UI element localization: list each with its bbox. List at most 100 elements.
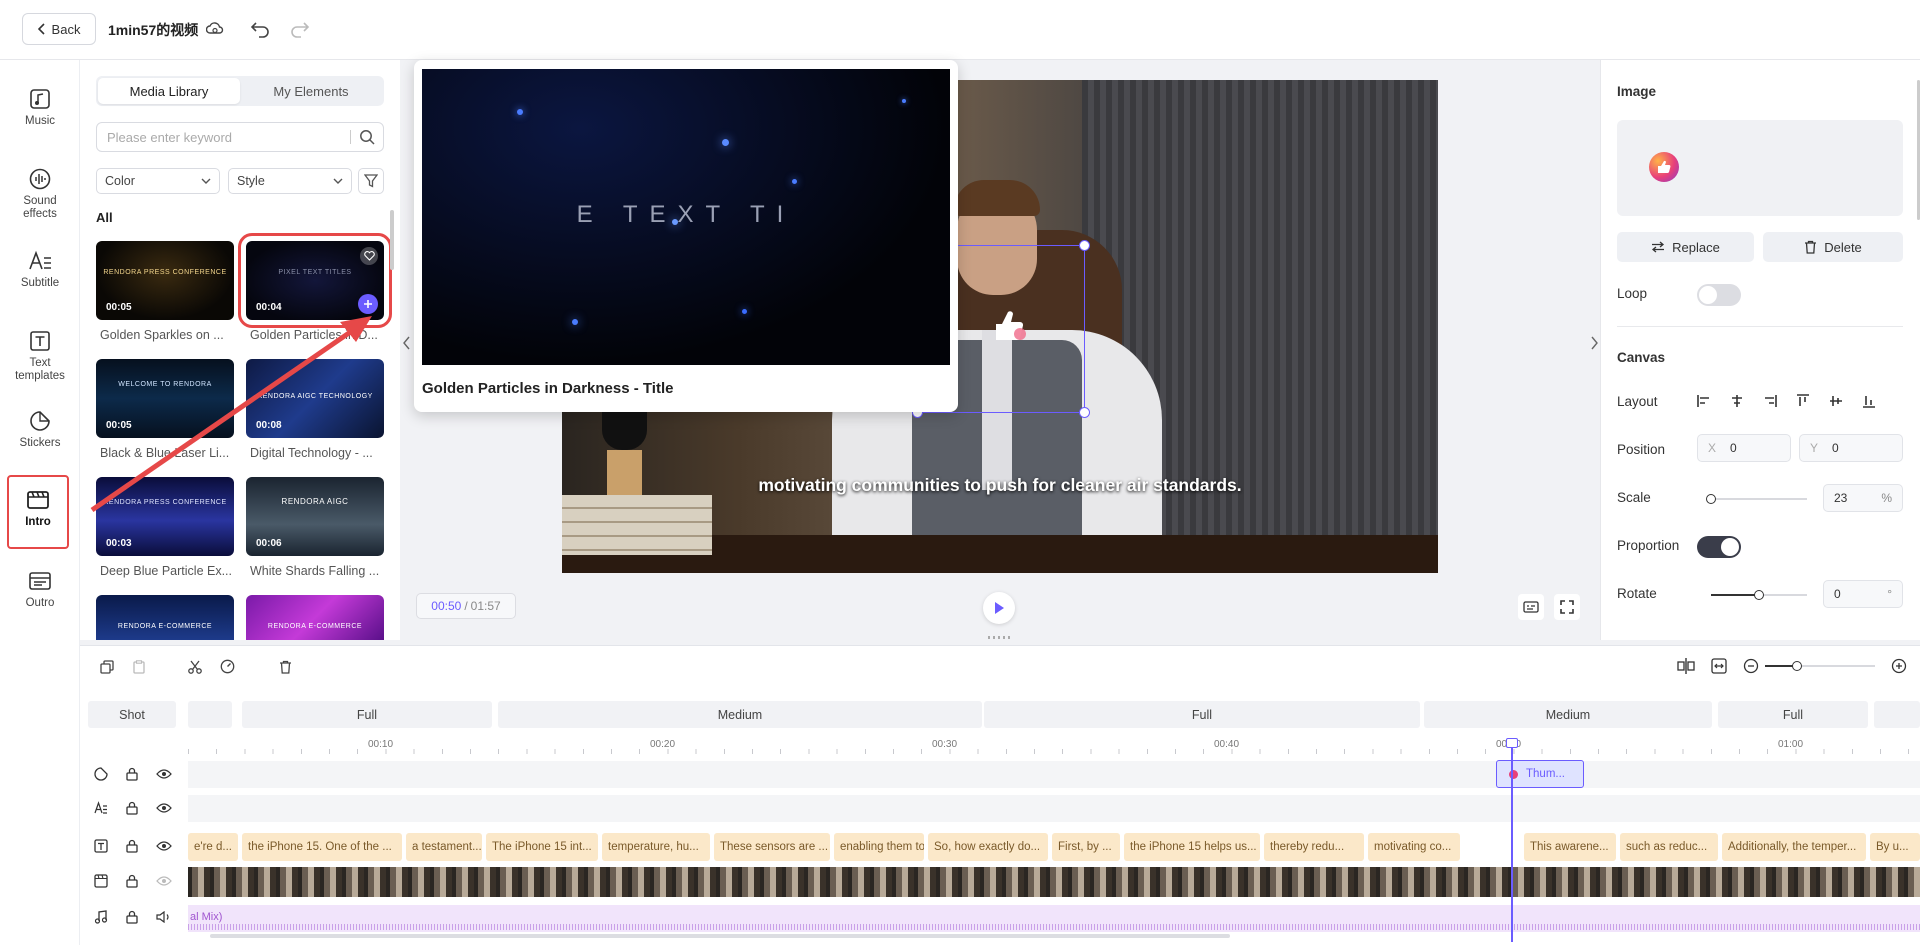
shot-segment[interactable]	[188, 701, 232, 728]
video-subtitle[interactable]: motivating communities to push for clean…	[562, 475, 1438, 496]
video-track[interactable]	[188, 867, 1920, 897]
nav-sound-effects[interactable]: Sound effects	[4, 168, 76, 221]
undo-icon[interactable]	[250, 20, 270, 38]
intro-thumb[interactable]: RENDORA PRESS CONFERENCE 00:03	[96, 477, 234, 556]
text-clip[interactable]: motivating co...	[1368, 833, 1460, 861]
play-button[interactable]	[983, 592, 1015, 624]
text-clip[interactable]: Additionally, the temper...	[1722, 833, 1866, 861]
align-left-icon[interactable]	[1697, 394, 1711, 408]
time-ruler[interactable]	[188, 736, 1920, 754]
shot-segment[interactable]	[1874, 701, 1920, 728]
redo-icon[interactable]	[290, 20, 310, 38]
rotate-slider[interactable]	[1711, 590, 1807, 600]
sticker-clip[interactable]: Thum...	[1496, 760, 1584, 788]
text-clip[interactable]: temperature, hu...	[602, 833, 710, 861]
playhead[interactable]	[1506, 738, 1518, 942]
back-button[interactable]: Back	[22, 13, 96, 45]
zoom-slider[interactable]	[1765, 661, 1875, 671]
image-preview[interactable]	[1617, 120, 1903, 216]
text-clip[interactable]: e're d...	[188, 833, 238, 861]
add-button[interactable]	[358, 294, 378, 314]
nav-outro[interactable]: Outro	[4, 570, 76, 610]
fullscreen-button[interactable]	[1554, 594, 1580, 620]
text-clip[interactable]: enabling them to...	[834, 833, 924, 861]
intro-thumb[interactable]: RENDORA AIGC TECHNOLOGY 00:08	[246, 359, 384, 438]
chevron-left-icon[interactable]	[403, 336, 411, 350]
lock-icon[interactable]	[126, 767, 138, 781]
tab-my-elements[interactable]: My Elements	[240, 78, 382, 104]
fit-width-icon[interactable]	[1711, 658, 1727, 674]
text-clip[interactable]: such as reduc...	[1620, 833, 1718, 861]
subtitle-toggle-button[interactable]	[1518, 594, 1544, 620]
nav-subtitle[interactable]: Subtitle	[4, 250, 76, 290]
audio-track[interactable]: al Mix)	[188, 905, 1920, 932]
loop-toggle[interactable]	[1697, 284, 1741, 306]
intro-thumb[interactable]: RENDORA E-COMMERCE	[246, 595, 384, 640]
align-top-icon[interactable]	[1796, 394, 1810, 408]
shot-segment[interactable]: Full	[1718, 701, 1868, 728]
align-right-icon[interactable]	[1763, 394, 1777, 408]
nav-text-templates[interactable]: Text templates	[4, 330, 76, 383]
shot-segment[interactable]: Full	[984, 701, 1420, 728]
resize-grip[interactable]	[988, 636, 1012, 639]
slider-thumb[interactable]	[1706, 494, 1716, 504]
nav-intro[interactable]: Intro	[7, 475, 69, 549]
favorite-button[interactable]	[360, 247, 378, 265]
resize-handle[interactable]	[1079, 240, 1090, 251]
tab-media-library[interactable]: Media Library	[98, 78, 240, 104]
lock-icon[interactable]	[126, 801, 138, 815]
eye-icon[interactable]	[156, 875, 172, 887]
nav-stickers[interactable]: Stickers	[4, 410, 76, 450]
text-clip[interactable]: By u...	[1870, 833, 1920, 861]
text-clip[interactable]: thereby redu...	[1264, 833, 1364, 861]
replace-button[interactable]: Replace	[1617, 232, 1754, 262]
eye-icon[interactable]	[156, 840, 172, 852]
shot-segment[interactable]: Medium	[498, 701, 982, 728]
paste-icon[interactable]	[132, 659, 146, 674]
sticker-track[interactable]	[188, 761, 1920, 788]
lock-icon[interactable]	[126, 839, 138, 853]
position-x-input[interactable]: X0	[1697, 434, 1791, 462]
intro-thumb-selected[interactable]: PIXEL TEXT TITLES 00:04	[238, 233, 392, 328]
delete-button[interactable]: Delete	[1763, 232, 1903, 262]
shot-segment[interactable]: Medium	[1424, 701, 1712, 728]
align-bottom-icon[interactable]	[1862, 394, 1876, 408]
scrollbar[interactable]	[390, 210, 394, 270]
zoom-out-icon[interactable]	[1743, 658, 1759, 674]
text-clip[interactable]: So, how exactly do...	[928, 833, 1048, 861]
color-filter-select[interactable]: Color	[96, 168, 220, 194]
text-clip[interactable]: the iPhone 15 helps us...	[1124, 833, 1260, 861]
copy-icon[interactable]	[100, 659, 114, 674]
eye-icon[interactable]	[156, 802, 172, 814]
split-icon[interactable]	[1677, 658, 1695, 674]
chevron-right-icon[interactable]	[1590, 336, 1598, 350]
volume-icon[interactable]	[156, 911, 172, 923]
lock-icon[interactable]	[126, 910, 138, 924]
align-center-v-icon[interactable]	[1829, 394, 1843, 408]
intro-thumb[interactable]: RENDORA PRESS CONFERENCE 00:05	[96, 241, 234, 320]
project-title[interactable]: 1min57的视频	[108, 20, 198, 40]
slider-thumb[interactable]	[1754, 590, 1764, 600]
text-clip[interactable]: First, by ...	[1052, 833, 1120, 861]
rotate-input[interactable]: 0 °	[1823, 580, 1903, 608]
align-center-h-icon[interactable]	[1730, 394, 1744, 408]
zoom-in-icon[interactable]	[1891, 658, 1907, 674]
scissors-icon[interactable]	[188, 660, 202, 674]
intro-thumb[interactable]: RENDORA AIGC 00:06	[246, 477, 384, 556]
subtitle-track[interactable]	[188, 795, 1920, 822]
shot-segment[interactable]: Full	[242, 701, 492, 728]
proportion-toggle[interactable]	[1697, 536, 1741, 558]
filter-button[interactable]	[358, 168, 384, 194]
text-clip[interactable]: This awarene...	[1524, 833, 1616, 861]
playhead-handle[interactable]	[1506, 738, 1518, 748]
intro-thumb[interactable]: WELCOME TO RENDORA 00:05	[96, 359, 234, 438]
text-clip[interactable]: The iPhone 15 int...	[486, 833, 598, 861]
nav-music[interactable]: Music	[4, 88, 76, 128]
speed-icon[interactable]	[220, 659, 235, 674]
lock-icon[interactable]	[126, 874, 138, 888]
slider-thumb[interactable]	[1792, 661, 1802, 671]
scale-slider[interactable]	[1706, 494, 1807, 504]
resize-handle[interactable]	[1079, 407, 1090, 418]
intro-thumb[interactable]: RENDORA E-COMMERCE	[96, 595, 234, 640]
trash-icon[interactable]	[279, 660, 292, 674]
